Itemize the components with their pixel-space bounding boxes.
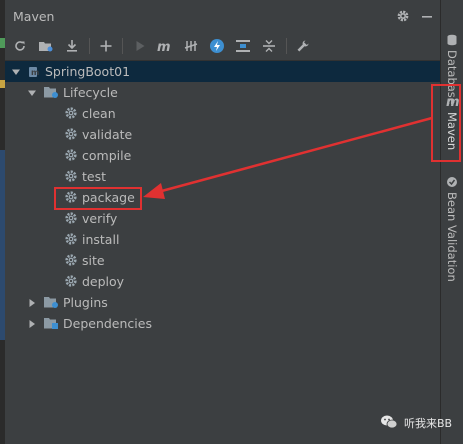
- collapse-arrow-icon[interactable]: [27, 318, 37, 328]
- plugins-folder-icon: [43, 295, 57, 309]
- skip-tests-icon[interactable]: [208, 37, 226, 55]
- maven-projects-tree: m SpringBoot01 Lifecycle clean validate …: [5, 61, 440, 444]
- run-icon[interactable]: [131, 37, 149, 55]
- tool-window-header: Maven: [5, 0, 440, 32]
- lifecycle-goal-compile[interactable]: compile: [5, 145, 440, 166]
- plugins-label: Plugins: [63, 295, 108, 310]
- minimize-icon[interactable]: [420, 9, 434, 23]
- dependencies-folder-icon: [43, 316, 57, 330]
- lifecycle-goal-validate[interactable]: validate: [5, 124, 440, 145]
- toolbar-separator: [286, 38, 287, 54]
- lifecycle-goal-deploy[interactable]: deploy: [5, 271, 440, 292]
- annotation-highlight-package: [54, 187, 142, 210]
- tool-window-title: Maven: [13, 9, 54, 24]
- generate-sources-folder-icon[interactable]: [37, 37, 55, 55]
- annotation-highlight-maven-tab: [431, 84, 461, 162]
- tree-node-project[interactable]: m SpringBoot01: [5, 61, 440, 82]
- lifecycle-goal-verify[interactable]: verify: [5, 208, 440, 229]
- maven-settings-wrench-icon[interactable]: [294, 37, 312, 55]
- goal-label: clean: [82, 106, 116, 121]
- goal-label: deploy: [82, 274, 124, 289]
- maven-toolbar: m: [5, 32, 440, 61]
- expand-arrow-icon[interactable]: [11, 66, 21, 76]
- gear-icon: [64, 274, 78, 288]
- gear-icon: [64, 232, 78, 246]
- show-dependencies-icon[interactable]: [234, 37, 252, 55]
- gear-icon: [64, 169, 78, 183]
- tab-bean-validation[interactable]: Bean Validation: [441, 174, 463, 284]
- svg-text:m: m: [31, 68, 39, 77]
- goal-label: site: [82, 253, 105, 268]
- lifecycle-goal-clean[interactable]: clean: [5, 103, 440, 124]
- dependencies-label: Dependencies: [63, 316, 152, 331]
- add-icon[interactable]: [97, 37, 115, 55]
- toggle-offline-mode-icon[interactable]: [182, 37, 200, 55]
- settings-gear-icon[interactable]: [396, 9, 410, 23]
- tree-node-dependencies[interactable]: Dependencies: [5, 313, 440, 334]
- right-tool-stripe: Database m Maven Bean Validation: [440, 0, 463, 444]
- gear-icon: [64, 148, 78, 162]
- svg-text:m: m: [157, 40, 171, 53]
- maven-tool-window: Maven m: [5, 0, 440, 444]
- bean-validation-icon: [446, 176, 458, 191]
- watermark: 听我来BB: [380, 413, 452, 433]
- gear-icon: [64, 211, 78, 225]
- gear-icon: [64, 127, 78, 141]
- download-sources-icon[interactable]: [63, 37, 81, 55]
- lifecycle-label: Lifecycle: [63, 85, 118, 100]
- lifecycle-goal-test[interactable]: test: [5, 166, 440, 187]
- collapse-all-icon[interactable]: [260, 37, 278, 55]
- project-name: SpringBoot01: [45, 64, 130, 79]
- tab-database[interactable]: Database: [441, 30, 463, 82]
- collapse-arrow-icon[interactable]: [27, 297, 37, 307]
- database-icon: [446, 34, 458, 49]
- tree-node-lifecycle[interactable]: Lifecycle: [5, 82, 440, 103]
- wechat-icon: [380, 414, 398, 433]
- tab-bean-validation-label: Bean Validation: [445, 192, 459, 282]
- goal-label: test: [82, 169, 106, 184]
- expand-arrow-icon[interactable]: [27, 87, 37, 97]
- gear-icon: [64, 253, 78, 267]
- toolbar-separator: [89, 38, 90, 54]
- lifecycle-goal-site[interactable]: site: [5, 250, 440, 271]
- gear-icon: [64, 106, 78, 120]
- goal-label: compile: [82, 148, 131, 163]
- lifecycle-folder-icon: [43, 85, 57, 99]
- tree-node-plugins[interactable]: Plugins: [5, 292, 440, 313]
- goal-label: verify: [82, 211, 117, 226]
- goal-label: install: [82, 232, 119, 247]
- execute-maven-goal-icon[interactable]: m: [155, 37, 173, 55]
- toolbar-separator: [122, 38, 123, 54]
- goal-label: validate: [82, 127, 132, 142]
- lifecycle-goal-install[interactable]: install: [5, 229, 440, 250]
- watermark-text: 听我来BB: [404, 415, 452, 431]
- maven-project-icon: m: [27, 64, 41, 78]
- reload-icon[interactable]: [11, 37, 29, 55]
